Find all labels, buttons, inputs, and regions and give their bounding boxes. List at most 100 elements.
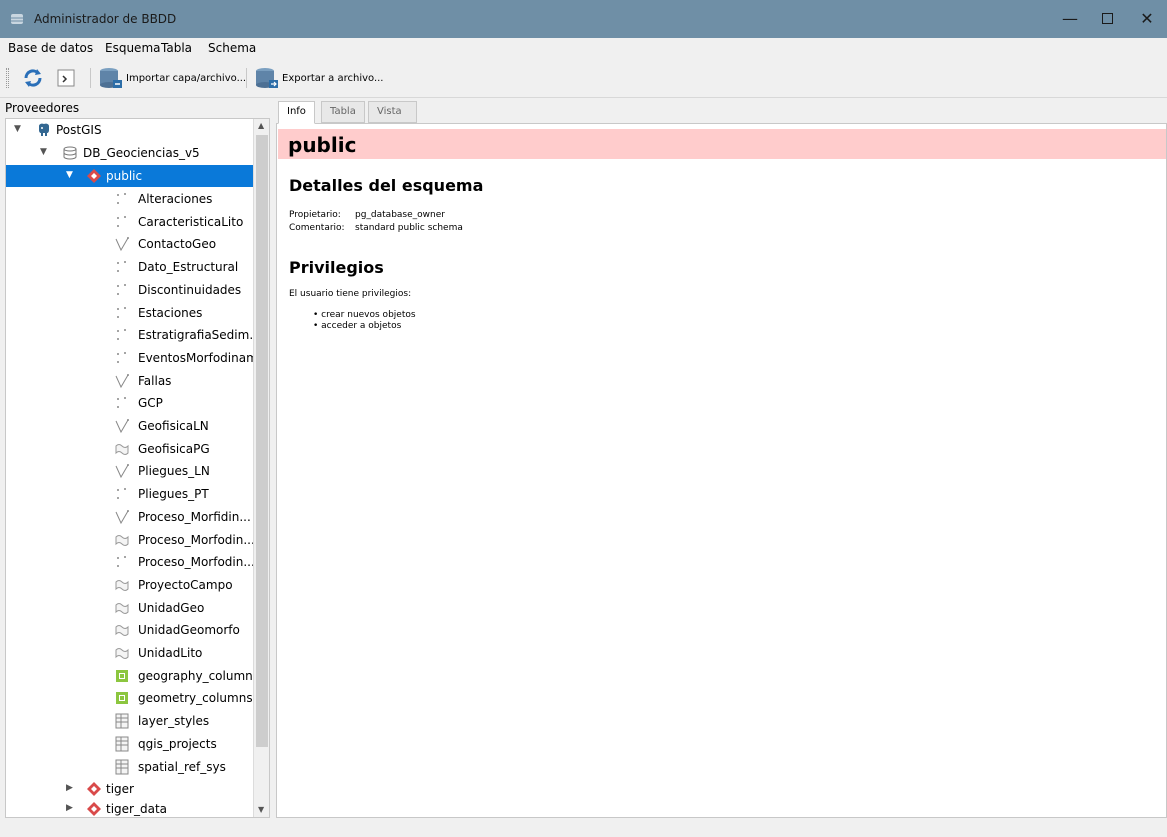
refresh-button[interactable] [22,66,44,90]
tree-item-layer[interactable]: Discontinuidades [6,279,253,301]
tree-item-label: tiger [106,782,134,796]
tree-item-layer[interactable]: UnidadGeomorfo [6,619,253,641]
tree-item-layer[interactable]: Pliegues_PT [6,483,253,505]
owner-label: Propietario: [289,210,341,220]
scroll-up-icon[interactable]: ▲ [258,121,264,130]
polygon-layer-icon [115,602,129,614]
tree-item-layer[interactable]: Dato_Estructural [6,256,253,278]
tree-item-layer[interactable]: Estaciones [6,302,253,324]
line-layer-icon [115,373,129,388]
line-layer-icon [115,509,129,524]
tree-item-layer[interactable]: qgis_projects [6,733,253,755]
minimize-button[interactable]: — [1058,8,1082,30]
point-layer-icon [117,193,126,204]
tree-item-label: ProyectoCampo [138,577,233,592]
tree-item-schema[interactable]: ▶topology [6,817,253,818]
menu-schema[interactable]: Schema [208,41,256,55]
owner-value: pg_database_owner [355,210,445,220]
point-layer-icon [117,488,126,500]
point-layer-icon [117,261,126,273]
tree-item-layer[interactable]: Proceso_Morfodin... [6,529,255,551]
tree-item-label: GeofisicaPG [138,441,210,456]
tree-item-postgis[interactable]: ▼ PostGIS [6,119,253,141]
tree-item-layer[interactable]: layer_styles [6,710,253,732]
tree-item-label: layer_styles [138,714,210,729]
tab-tabla[interactable]: Tabla [321,101,365,123]
tree-item-layer[interactable]: spatial_ref_sys [6,756,253,778]
title-bar: Administrador de BBDD — ✕ [0,0,1167,38]
line-layer-icon [115,237,129,252]
maximize-icon [1101,13,1113,24]
tree-item-layer[interactable]: UnidadLito [6,642,253,664]
tree-item-layer[interactable]: ContactoGeo [6,233,253,255]
schema-icon [87,169,101,183]
info-panel: public Detalles del esquema Propietario:… [276,123,1167,818]
point-layer-icon [117,351,126,363]
tree-item-layer[interactable]: ProyectoCampo [6,574,253,596]
tree-item-layer[interactable]: EventosMorfodinam [6,347,258,369]
scroll-down-icon[interactable]: ▼ [258,805,264,814]
providers-panel-title: Proveedores [5,101,80,115]
tab-vista-previa[interactable]: Vista previa [368,101,418,137]
export-file-label: Exportar a archivo... [282,72,384,84]
menu-esquema[interactable]: Esquema [105,41,160,55]
tree-item-label: Estaciones [138,305,203,320]
tree-item-schema[interactable]: ▶ tiger_data [6,798,253,818]
tree-item-layer[interactable]: geometry_columns [6,687,253,709]
table-icon [115,736,129,752]
point-layer-icon [117,215,126,227]
export-database-icon [256,68,278,88]
import-layer-button[interactable]: Importar capa/archivo... [98,66,246,90]
tree-item-label: Fallas [138,373,172,388]
table-icon [115,713,129,729]
privileges-text: El usuario tiene privilegios: [289,289,412,299]
sql-window-button[interactable] [56,66,76,90]
database-icon [63,146,77,160]
tree-item-label: CaracteristicaLito [138,214,244,229]
tree-item-label: Pliegues_PT [138,487,209,502]
tree-item-layer[interactable]: CaracteristicaLito [6,211,253,233]
toolbar-separator [90,68,91,88]
tree-item-layer[interactable]: Pliegues_LN [6,460,253,482]
tree-item-layer[interactable]: geography_columns [6,665,259,687]
toolbar-grip[interactable] [6,68,9,88]
database-icon [11,14,23,24]
tab-info[interactable]: Info [278,101,315,124]
postgresql-elephant-icon [39,123,49,136]
tree-scrollbar[interactable]: ▲ ▼ [253,119,269,817]
scrollbar-thumb[interactable] [256,135,268,747]
tree-item-label: GCP [138,396,163,411]
schema-icon [87,801,101,816]
maximize-button[interactable] [1095,8,1119,30]
tree-item-label: DB_Geociencias_v5 [83,146,200,160]
menu-tabla[interactable]: Tabla [161,41,192,55]
close-button[interactable]: ✕ [1135,8,1159,30]
tree-item-connection[interactable]: ▼ DB_Geociencias_v5 [6,142,253,164]
tree-item-label: EstratigrafiaSedim... [138,328,261,343]
tree-item-label: tiger_data [106,801,168,816]
privilege-item: • crear nuevos objetos [313,310,416,320]
tree-item-layer[interactable]: GCP [6,392,253,414]
tree-item-layer[interactable]: Fallas [6,370,253,392]
tree-item-schema-public[interactable]: ▼ public [6,165,253,187]
menu-base-de-datos[interactable]: Base de datos [8,41,93,55]
export-file-button[interactable]: Exportar a archivo... [254,66,384,90]
schema-header: public [278,129,1166,159]
tree-item-layer[interactable]: GeofisicaPG [6,438,253,460]
tree-item-layer[interactable]: UnidadGeo [6,597,253,619]
tree-item-label: Discontinuidades [138,282,242,297]
privileges-heading: Privilegios [289,258,384,277]
tree-item-layer[interactable]: Proceso_Morfidin... [6,506,253,528]
tree-item-layer[interactable]: Alteraciones [6,188,253,210]
point-layer-icon [117,283,126,295]
tree-item-layer[interactable]: Proceso_Morfodin... [6,551,255,573]
tree-item-label: ContactoGeo [138,237,217,252]
import-layer-label: Importar capa/archivo... [126,72,247,84]
refresh-icon [24,69,42,87]
tree-item-layer[interactable]: GeofisicaLN [6,415,253,437]
polygon-layer-icon [115,625,129,637]
tree-item-layer[interactable]: EstratigrafiaSedim... [6,324,261,346]
providers-tree[interactable]: ▼ PostGIS ▼ DB_Geociencias_v5 ▼ public A… [5,118,270,818]
point-layer-icon [117,329,126,341]
panel-splitter[interactable] [270,98,275,820]
